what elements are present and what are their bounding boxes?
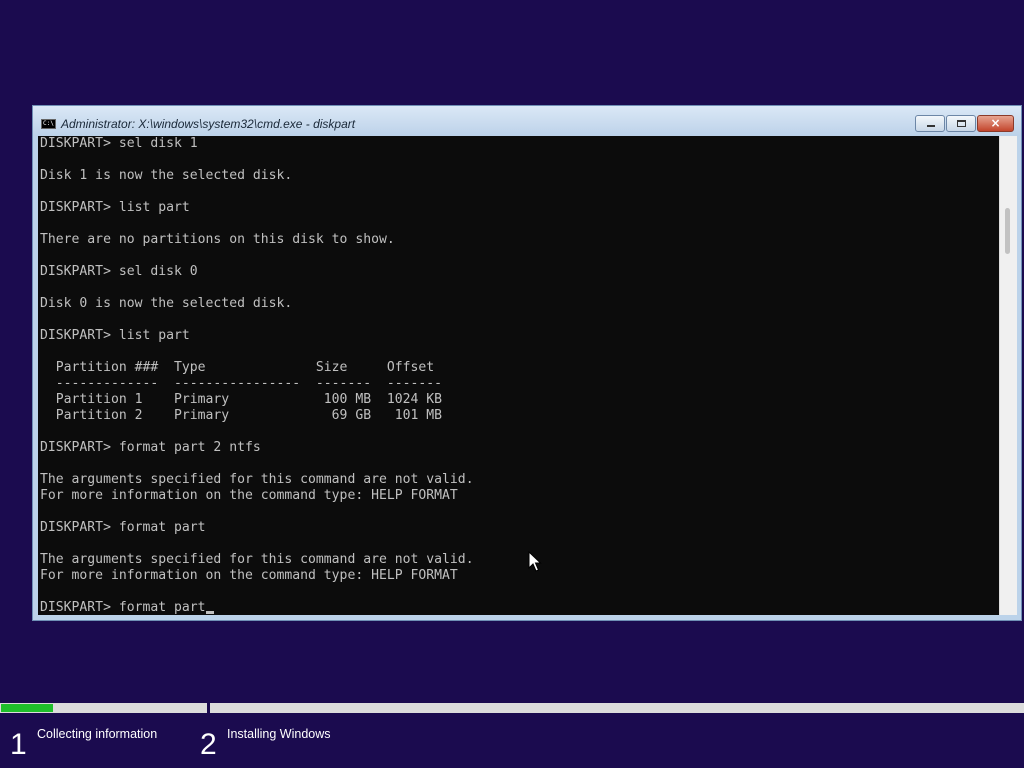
step-label: Collecting information — [37, 727, 158, 741]
console-output[interactable]: DISKPART> sel disk 1 Disk 1 is now the s… — [38, 136, 999, 615]
minimize-icon — [927, 125, 935, 127]
step-label: Installing Windows — [227, 727, 331, 741]
text-cursor — [205, 611, 214, 614]
maximize-button[interactable] — [946, 115, 976, 132]
title-bar[interactable]: C:\ Administrator: X:\windows\system32\c… — [33, 106, 1021, 136]
mouse-pointer-icon — [528, 551, 542, 572]
close-icon: × — [990, 116, 1001, 130]
step-number: 1 — [10, 728, 27, 761]
minimize-button[interactable] — [915, 115, 945, 132]
step-number: 2 — [200, 728, 217, 761]
maximize-icon — [957, 120, 966, 127]
window-controls: × — [914, 115, 1014, 132]
console-window[interactable]: C:\ Administrator: X:\windows\system32\c… — [32, 105, 1022, 621]
console-lines: DISKPART> sel disk 1 Disk 1 is now the s… — [40, 136, 474, 615]
close-button[interactable]: × — [977, 115, 1014, 132]
cmd-icon: C:\ — [41, 119, 56, 129]
progress-fill — [1, 704, 53, 712]
vertical-scrollbar[interactable] — [999, 136, 1017, 615]
console-text: DISKPART> sel disk 1 Disk 1 is now the s… — [40, 136, 474, 615]
progress-step-divider — [207, 703, 210, 713]
scrollbar-thumb[interactable] — [1005, 208, 1010, 254]
setup-progress-bar — [0, 703, 1024, 713]
window-title: Administrator: X:\windows\system32\cmd.e… — [61, 117, 356, 131]
